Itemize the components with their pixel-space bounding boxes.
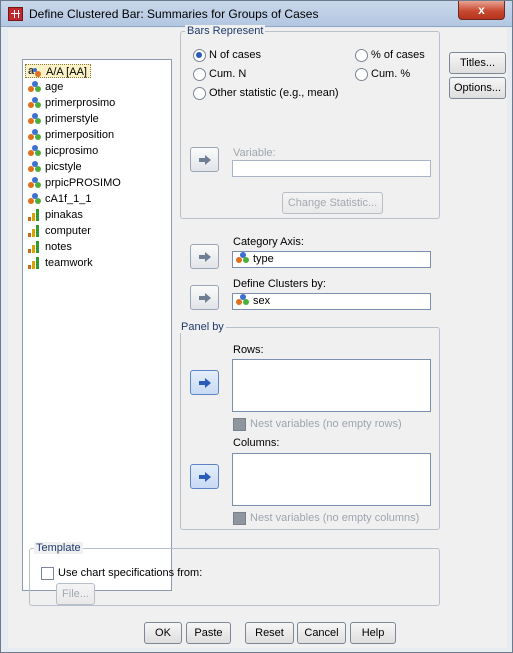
nest-columns-checkbox[interactable]: Nest variables (no empty columns) bbox=[233, 512, 419, 525]
arrow-right-icon bbox=[199, 378, 211, 388]
category-axis-label: Category Axis: bbox=[233, 236, 304, 248]
variable-field[interactable] bbox=[232, 160, 431, 177]
list-item-pinakas[interactable]: pinakas bbox=[25, 208, 86, 222]
list-item-teamwork[interactable]: teamwork bbox=[25, 256, 96, 270]
bars-represent-legend: Bars Represent bbox=[185, 25, 266, 37]
list-item-age[interactable]: age bbox=[25, 80, 66, 94]
ok-button[interactable]: OK bbox=[144, 622, 182, 644]
file-button[interactable]: File... bbox=[56, 583, 95, 605]
arrow-right-icon bbox=[199, 293, 211, 303]
define-clusters-field[interactable]: sex bbox=[232, 293, 431, 310]
nominal-icon bbox=[28, 177, 42, 189]
nominal-icon bbox=[28, 129, 42, 141]
radio-percent-of-cases[interactable]: % of cases bbox=[355, 49, 425, 62]
title-bar[interactable]: Define Clustered Bar: Summaries for Grou… bbox=[1, 1, 512, 27]
close-button[interactable]: x bbox=[458, 1, 505, 20]
list-item-ca1f[interactable]: cA1f_1_1 bbox=[25, 192, 94, 206]
scale-icon bbox=[28, 225, 42, 237]
window-title: Define Clustered Bar: Summaries for Grou… bbox=[29, 7, 319, 21]
rows-label: Rows: bbox=[233, 344, 264, 356]
template-legend: Template bbox=[34, 542, 83, 554]
variable-label: Variable: bbox=[233, 147, 276, 159]
columns-label: Columns: bbox=[233, 437, 280, 449]
nominal-icon bbox=[236, 294, 250, 306]
radio-cum-n[interactable]: Cum. N bbox=[193, 68, 246, 81]
variable-move-button[interactable] bbox=[190, 147, 219, 172]
nominal-icon bbox=[28, 113, 42, 125]
radio-cum-percent[interactable]: Cum. % bbox=[355, 68, 410, 81]
nominal-icon bbox=[236, 252, 250, 264]
radio-n-of-cases[interactable]: N of cases bbox=[193, 49, 261, 62]
arrow-right-icon bbox=[199, 155, 211, 165]
cancel-button[interactable]: Cancel bbox=[297, 622, 346, 644]
list-item-computer[interactable]: computer bbox=[25, 224, 94, 238]
list-item-notes[interactable]: notes bbox=[25, 240, 75, 254]
scale-icon bbox=[28, 241, 42, 253]
variable-list[interactable]: A/A [AA] age primerprosimo primerstyle p… bbox=[22, 59, 172, 591]
use-spec-checkbox[interactable]: Use chart specifications from: bbox=[41, 567, 202, 580]
category-axis-field[interactable]: type bbox=[232, 251, 431, 268]
nest-rows-checkbox[interactable]: Nest variables (no empty rows) bbox=[233, 418, 402, 431]
nominal-icon bbox=[28, 97, 42, 109]
radio-other-statistic[interactable]: Other statistic (e.g., mean) bbox=[193, 87, 339, 100]
panel-by-legend: Panel by bbox=[179, 321, 226, 333]
define-clusters-label: Define Clusters by: bbox=[233, 278, 326, 290]
spss-chart-icon bbox=[8, 7, 23, 21]
columns-list[interactable] bbox=[232, 453, 431, 506]
nominal-icon bbox=[28, 193, 42, 205]
list-item-aa[interactable]: A/A [AA] bbox=[25, 64, 91, 78]
options-button[interactable]: Options... bbox=[449, 77, 506, 99]
titles-button[interactable]: Titles... bbox=[449, 52, 506, 74]
paste-button[interactable]: Paste bbox=[186, 622, 231, 644]
columns-move-button[interactable] bbox=[190, 464, 219, 489]
list-item-prpicprosimo[interactable]: prpicPROSIMO bbox=[25, 176, 124, 190]
clusters-move-button[interactable] bbox=[190, 285, 219, 310]
nominal-icon bbox=[28, 161, 42, 173]
list-item-primerstyle[interactable]: primerstyle bbox=[25, 112, 102, 126]
string-nominal-icon bbox=[28, 64, 43, 78]
reset-button[interactable]: Reset bbox=[245, 622, 294, 644]
nominal-icon bbox=[28, 81, 42, 93]
arrow-right-icon bbox=[199, 252, 211, 262]
rows-list[interactable] bbox=[232, 359, 431, 412]
change-statistic-button[interactable]: Change Statistic... bbox=[282, 192, 383, 214]
list-item-primerposition[interactable]: primerposition bbox=[25, 128, 117, 142]
list-item-picstyle[interactable]: picstyle bbox=[25, 160, 85, 174]
scale-icon bbox=[28, 257, 42, 269]
arrow-right-icon bbox=[199, 472, 211, 482]
list-item-picprosimo[interactable]: picprosimo bbox=[25, 144, 101, 158]
nominal-icon bbox=[28, 145, 42, 157]
help-button[interactable]: Help bbox=[350, 622, 396, 644]
dialog-window: Define Clustered Bar: Summaries for Grou… bbox=[0, 0, 513, 653]
scale-icon bbox=[28, 209, 42, 221]
rows-move-button[interactable] bbox=[190, 370, 219, 395]
list-item-primerprosimo[interactable]: primerprosimo bbox=[25, 96, 118, 110]
category-axis-move-button[interactable] bbox=[190, 244, 219, 269]
